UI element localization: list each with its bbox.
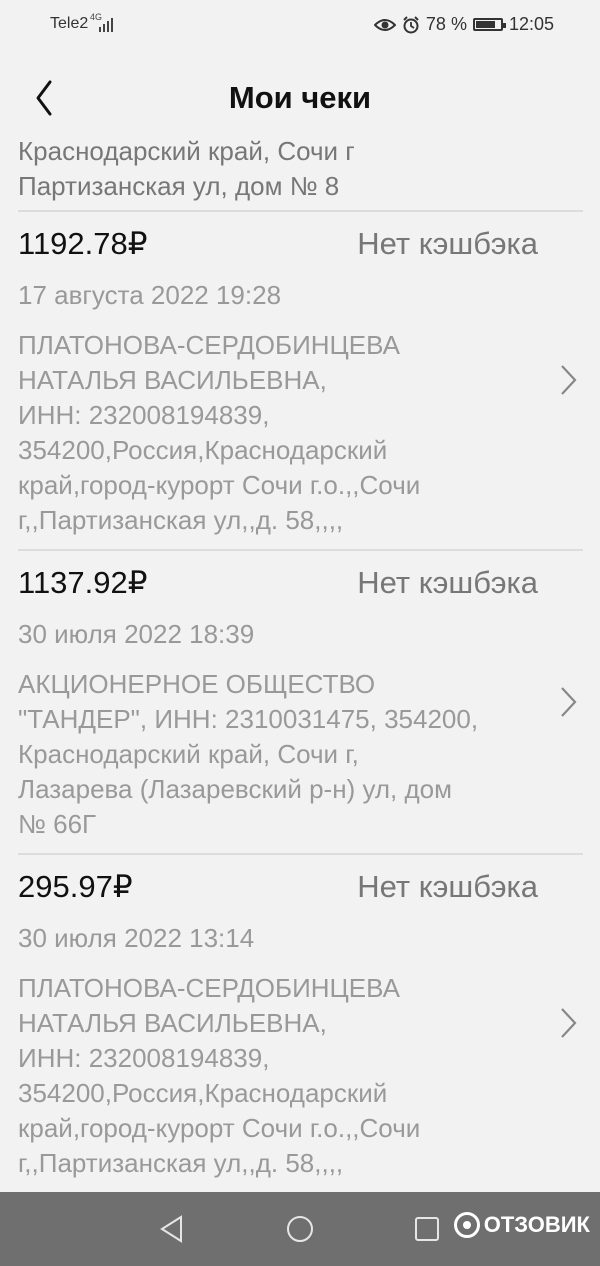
battery-icon (472, 18, 506, 31)
receipt-item[interactable]: 1192.78₽ Нет кэшбэка 17 августа 2022 19:… (0, 212, 600, 548)
cashback-status: Нет кэшбэка (357, 869, 538, 904)
chevron-right-icon (561, 687, 577, 717)
chevron-right-icon (561, 365, 577, 395)
watermark-logo (453, 1212, 480, 1238)
receipt-date: 30 июля 2022 18:39 (18, 619, 255, 649)
cashback-status: Нет кэшбэка (357, 565, 538, 600)
status-right: 78 % 12:05 (373, 14, 554, 35)
receipt-date: 30 июля 2022 13:14 (18, 923, 255, 953)
system-nav-bar: ОТЗОВИК (0, 1192, 600, 1266)
clock: 12:05 (508, 14, 554, 34)
nav-back-icon[interactable] (158, 1214, 186, 1244)
carrier-label: Tele2 (50, 15, 89, 32)
previous-receipt-address: Краснодарский край, Сочи г Партизанская … (18, 136, 355, 201)
receipt-item[interactable]: 1137.92₽ Нет кэшбэка 30 июля 2022 18:39 … (0, 551, 600, 853)
battery-percent: 78 % (425, 14, 467, 34)
cashback-status: Нет кэшбэка (357, 226, 538, 261)
watermark: ОТЗОВИК (453, 1212, 590, 1238)
status-bar: Tele2 4G 78 % 12:05 (0, 0, 600, 50)
battery-fill (475, 21, 495, 28)
nav-recents-icon[interactable] (413, 1215, 441, 1243)
eye-icon (373, 18, 396, 31)
receipt-date: 17 августа 2022 19:28 (18, 280, 282, 310)
receipt-amount: 1137.92₽ (18, 565, 148, 600)
nav-home-icon[interactable] (285, 1214, 315, 1244)
seller-details: ПЛАТОНОВА-СЕРДОБИНЦЕВА НАТАЛЬЯ ВАСИЛЬЕВН… (18, 330, 421, 535)
receipt-item[interactable]: 295.97₽ Нет кэшбэка 30 июля 2022 13:14 П… (0, 855, 600, 1191)
alarm-icon (403, 15, 419, 33)
chevron-right-icon (561, 1008, 577, 1038)
watermark-text: ОТЗОВИК (483, 1212, 590, 1237)
seller-details: АКЦИОНЕРНОЕ ОБЩЕСТВО "ТАНДЕР", ИНН: 2310… (18, 669, 479, 839)
receipt-amount: 295.97₽ (18, 869, 133, 904)
receipt-amount: 1192.78₽ (18, 226, 148, 261)
receipt-list[interactable]: Краснодарский край, Сочи г Партизанская … (0, 130, 600, 1192)
seller-details: ПЛАТОНОВА-СЕРДОБИНЦЕВА НАТАЛЬЯ ВАСИЛЬЕВН… (18, 973, 421, 1178)
signal-icon (99, 18, 113, 32)
page-title: Мои чеки (228, 80, 372, 115)
